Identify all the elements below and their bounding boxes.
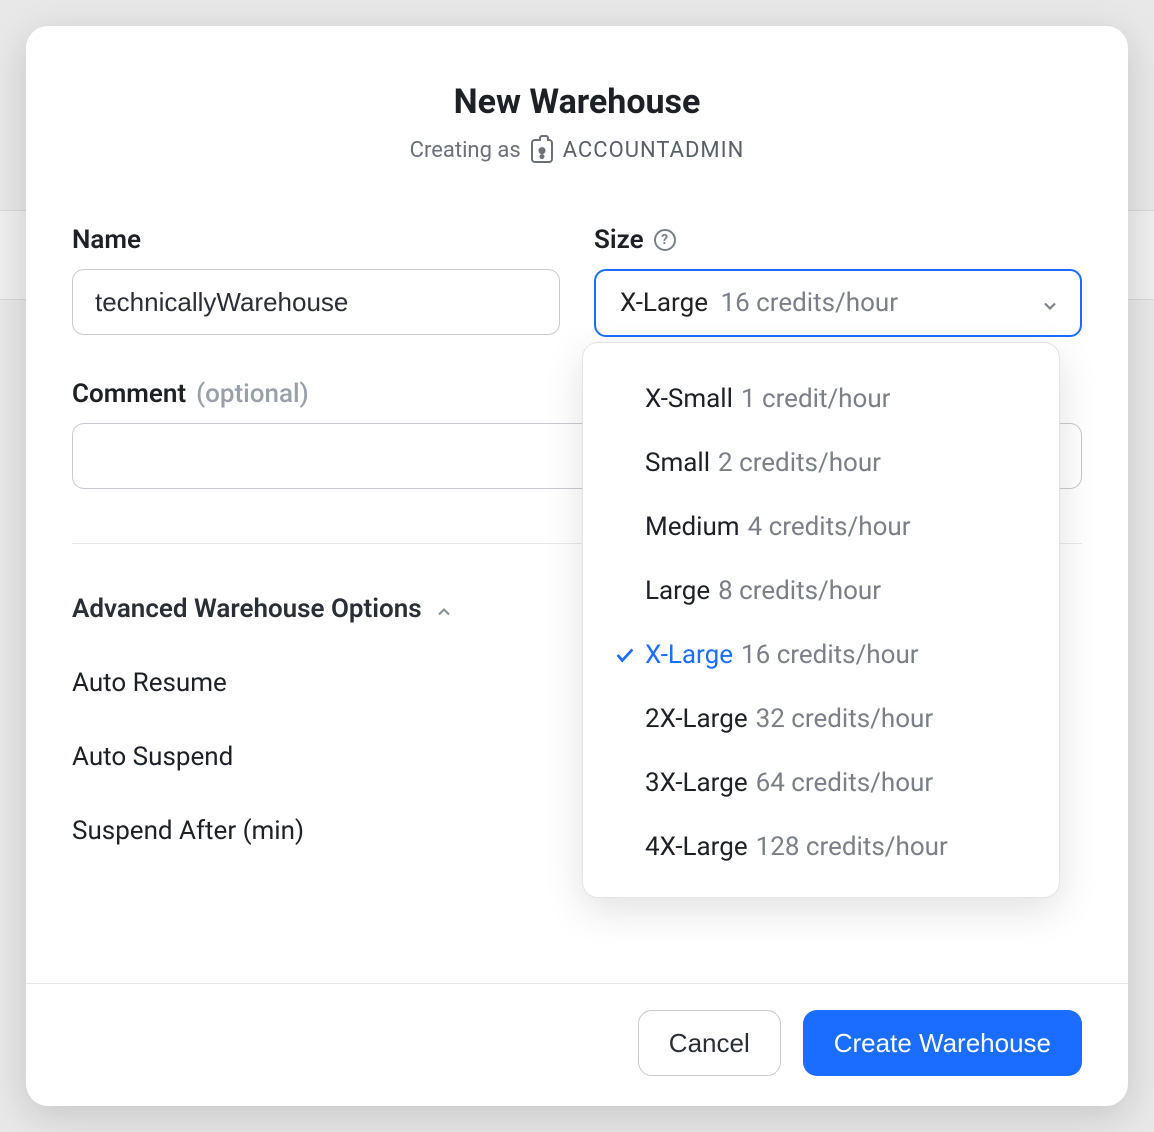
name-field-group: Name [72,225,560,337]
size-option[interactable]: 3X-Large 64 credits/hour [583,751,1059,815]
size-option-credits: 8 credits/hour [718,576,881,606]
size-option[interactable]: X-Small 1 credit/hour [583,367,1059,431]
chevron-up-icon [434,599,454,619]
suspend-after-label: Suspend After (min) [72,816,304,846]
creating-as-text: Creating as [410,138,521,163]
size-option[interactable]: 4X-Large 128 credits/hour [583,815,1059,879]
modal-title: New Warehouse [72,82,1082,122]
size-option-name: 3X-Large [645,768,748,798]
size-option-credits: 64 credits/hour [756,768,934,798]
size-option-credits: 128 credits/hour [756,832,948,862]
size-option[interactable]: X-Large 16 credits/hour [583,623,1059,687]
size-option-credits: 4 credits/hour [748,512,911,542]
role-badge-icon [531,139,553,163]
size-option-name: X-Small [645,384,733,414]
auto-resume-label: Auto Resume [72,668,227,698]
modal-footer: Cancel Create Warehouse [26,983,1128,1106]
size-label: Size ? [594,225,1082,255]
size-option[interactable]: Small 2 credits/hour [583,431,1059,495]
comment-label-text: Comment [72,379,186,409]
size-dropdown[interactable]: X-Small 1 credit/hour Small 2 credits/hour M… [582,342,1060,898]
cancel-button[interactable]: Cancel [638,1010,781,1076]
size-option[interactable]: 2X-Large 32 credits/hour [583,687,1059,751]
auto-suspend-label: Auto Suspend [72,742,233,772]
size-option[interactable]: Large 8 credits/hour [583,559,1059,623]
check-icon [605,644,645,666]
chevron-down-icon [1040,293,1060,313]
name-input[interactable] [72,269,560,335]
modal-body: New Warehouse Creating as ACCOUNTADMIN N… [26,26,1128,983]
help-icon[interactable]: ? [654,229,676,251]
size-option-name: 4X-Large [645,832,748,862]
size-option-name: X-Large [645,640,733,670]
role-name: ACCOUNTADMIN [563,138,745,163]
size-option-name: 2X-Large [645,704,748,734]
size-option-credits: 1 credit/hour [741,384,891,414]
size-field-group: Size ? X-Large 16 credits/hour [594,225,1082,337]
size-selected-credits: 16 credits/hour [720,288,898,318]
size-select[interactable]: X-Large 16 credits/hour [594,269,1082,337]
size-option-credits: 16 credits/hour [741,640,919,670]
size-option-credits: 2 credits/hour [718,448,881,478]
size-option-name: Medium [645,512,740,542]
size-option-name: Large [645,576,710,606]
size-selected-value: X-Large [620,288,708,318]
size-option-name: Small [645,448,710,478]
comment-optional: (optional) [196,379,309,409]
size-label-text: Size [594,225,644,255]
create-warehouse-button[interactable]: Create Warehouse [803,1010,1082,1076]
name-label: Name [72,225,560,255]
new-warehouse-modal: New Warehouse Creating as ACCOUNTADMIN N… [26,26,1128,1106]
size-option-credits: 32 credits/hour [756,704,934,734]
size-option[interactable]: Medium 4 credits/hour [583,495,1059,559]
advanced-options-label: Advanced Warehouse Options [72,594,422,624]
modal-subtitle: Creating as ACCOUNTADMIN [72,138,1082,163]
